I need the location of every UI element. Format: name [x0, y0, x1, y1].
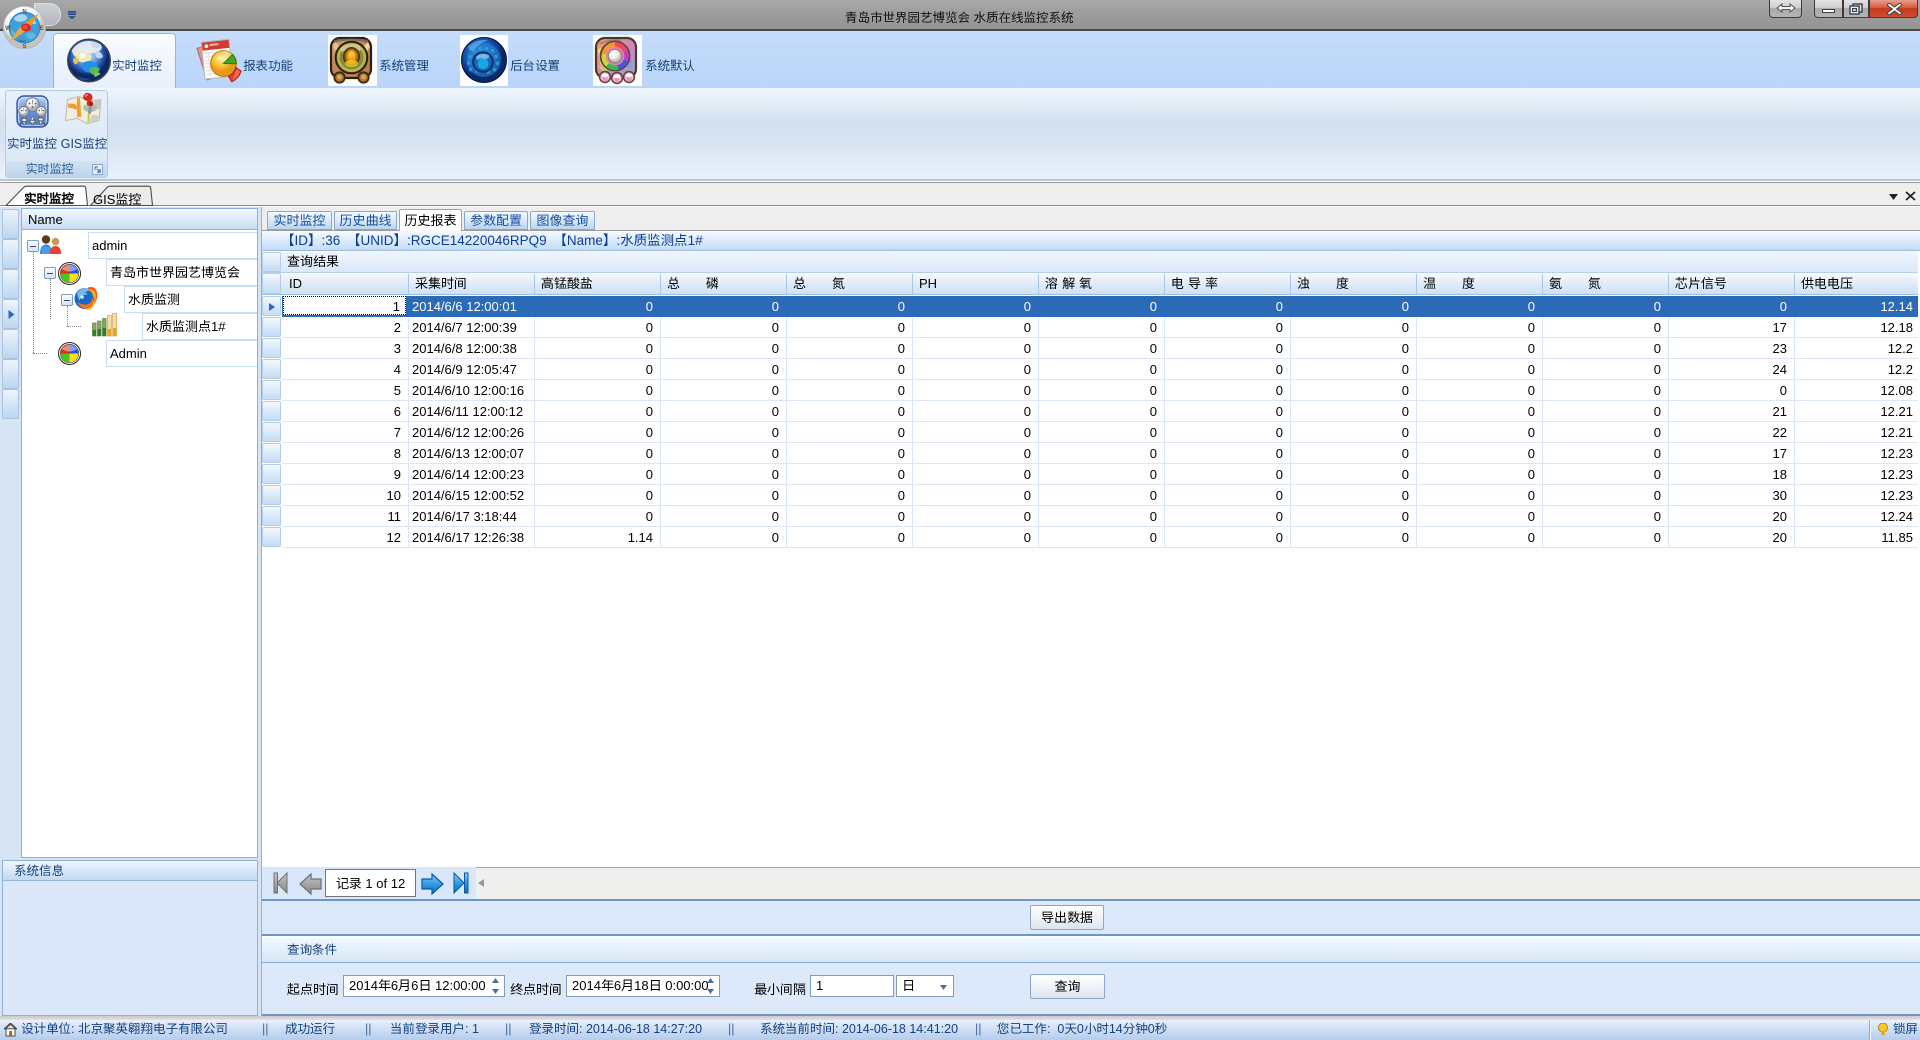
svg-text:W: W — [5, 26, 11, 32]
svg-text:E: E — [40, 26, 44, 32]
svg-text:N: N — [22, 9, 26, 15]
svg-text:S: S — [22, 44, 26, 50]
